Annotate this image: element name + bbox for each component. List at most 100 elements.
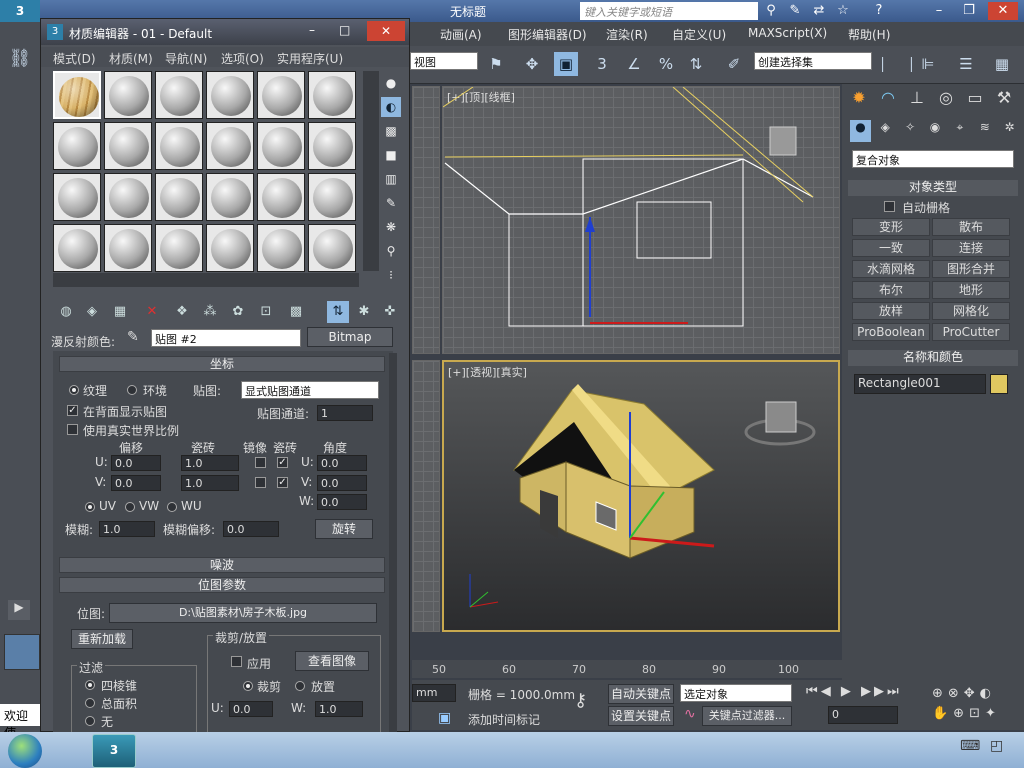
material-sample-slot[interactable] [155, 71, 203, 119]
exchange-icon[interactable]: ⇄ [810, 2, 828, 20]
uv-radio[interactable] [85, 502, 95, 512]
mirror-icon[interactable]: ⎸⎹ [882, 52, 912, 76]
auto-grid-checkbox[interactable] [884, 201, 895, 212]
wu-radio[interactable] [167, 502, 177, 512]
set-key-button[interactable]: 设置关键点 [608, 706, 674, 726]
material-sample-slot[interactable] [257, 173, 305, 221]
texture-radio[interactable] [69, 385, 79, 395]
w-angle-field[interactable]: 0.0 [317, 494, 367, 510]
view-image-button[interactable]: 查看图像 [295, 651, 369, 671]
app-logo-icon[interactable]: 3 [0, 0, 40, 22]
bitmap-path-button[interactable]: D:\贴图素材\房子木板.jpg [109, 603, 377, 623]
keyboard-icon[interactable]: ⌨ [960, 738, 980, 754]
crop-u-field[interactable]: 0.0 [229, 701, 273, 717]
angle-snap-icon[interactable]: ∠ [622, 52, 646, 76]
time-ruler[interactable]: 50 60 70 80 90 100 [412, 660, 842, 678]
menu-item-navigation[interactable]: 导航(N) [165, 50, 207, 67]
edit-named-selection-icon[interactable]: ✐ [722, 52, 746, 76]
blur-offset-field[interactable]: 0.0 [223, 521, 279, 537]
top-viewport[interactable]: [+][顶][线框] [442, 86, 840, 354]
u-tiling-field[interactable]: 1.0 [181, 455, 239, 471]
help-icon[interactable]: ? [870, 2, 888, 20]
material-sample-slot[interactable] [155, 173, 203, 221]
material-sample-slot[interactable] [308, 224, 356, 272]
material-sample-slot[interactable] [104, 224, 152, 272]
slots-horizontal-scrollbar[interactable] [53, 273, 359, 287]
noise-rollout[interactable]: 噪波 [59, 557, 385, 573]
play-icon[interactable]: ▶ [8, 600, 30, 620]
map-type-button[interactable]: Bitmap [307, 327, 393, 347]
filter-none-radio[interactable] [85, 716, 95, 726]
shapemerge-button[interactable]: 图形合并 [932, 260, 1010, 278]
map-channel-field[interactable]: 1 [317, 405, 373, 421]
put-to-scene-icon[interactable]: ◈ [81, 301, 103, 323]
minimize-icon[interactable]: – [930, 2, 948, 20]
v-offset-field[interactable]: 0.0 [111, 475, 161, 491]
u-mirror-checkbox[interactable] [255, 457, 266, 468]
material-sample-slot[interactable] [206, 224, 254, 272]
restore-icon[interactable]: ❐ [960, 2, 978, 20]
add-time-tag-label[interactable]: 添加时间标记 [468, 711, 540, 728]
copy-material-icon[interactable]: ❖ [171, 301, 193, 323]
menu-item-utilities[interactable]: 实用程序(U) [277, 50, 343, 67]
reference-coord-dropdown[interactable]: 视图 [410, 52, 478, 70]
vw-radio[interactable] [125, 502, 135, 512]
select-by-material-icon[interactable]: ⚲ [381, 241, 401, 261]
real-world-scale-checkbox[interactable] [67, 424, 78, 435]
display-tab-icon[interactable]: ▭ [962, 88, 988, 114]
coord-units-field[interactable]: mm [412, 684, 456, 702]
maximize-icon[interactable]: □ [339, 23, 350, 37]
material-sample-slot[interactable] [53, 122, 101, 170]
connect-button[interactable]: 连接 [932, 239, 1010, 257]
blobmesh-button[interactable]: 水滴网格 [852, 260, 930, 278]
rollouts-scrollbar[interactable] [389, 353, 397, 733]
apply-checkbox[interactable] [231, 656, 242, 667]
pivot-icon[interactable]: ⚑ [484, 52, 508, 76]
tools-icon[interactable]: ✎ [786, 2, 804, 20]
put-to-library-icon[interactable]: ✿ [227, 301, 249, 323]
uv-tiling-icon[interactable]: ■ [381, 145, 401, 165]
spinner-snap-icon[interactable]: ⇅ [684, 52, 708, 76]
close-icon[interactable]: ✕ [367, 21, 405, 41]
material-sample-slot[interactable] [308, 173, 356, 221]
place-radio[interactable] [295, 681, 305, 691]
menu-item-rendering[interactable]: 渲染(R) [606, 26, 648, 43]
slots-vertical-scrollbar[interactable] [363, 71, 379, 271]
loft-button[interactable]: 放样 [852, 302, 930, 320]
proboolean-button[interactable]: ProBoolean [852, 323, 930, 341]
tray-icon[interactable]: ◰ [990, 738, 1003, 754]
time-tag-icon[interactable]: ▣ [438, 710, 451, 726]
go-forward-sibling-icon[interactable]: ✱ [353, 301, 375, 323]
key-filters-button[interactable]: 关键点过滤器... [702, 706, 792, 726]
u-angle-field[interactable]: 0.0 [317, 455, 367, 471]
v-mirror-checkbox[interactable] [255, 477, 266, 488]
crop-radio[interactable] [243, 681, 253, 691]
geometry-icon[interactable]: ● [850, 120, 871, 142]
select-manipulate-icon[interactable]: ▣ [554, 52, 578, 76]
u-tile-checkbox[interactable]: ✓ [277, 457, 288, 468]
menu-item-material[interactable]: 材质(M) [109, 50, 153, 67]
playback-controls[interactable]: ⏮◀ ▶ ▶▶⏭ [806, 684, 916, 702]
assign-to-selection-icon[interactable]: ▦ [109, 301, 131, 323]
perspective-viewport[interactable]: [+][透视][真实] [442, 360, 840, 632]
close-icon[interactable]: ✕ [988, 2, 1018, 20]
modify-tab-icon[interactable]: ◠ [875, 88, 901, 114]
menu-item-animation[interactable]: 动画(A) [440, 26, 482, 43]
menu-item-graph-editors[interactable]: 图形编辑器(D) [508, 26, 587, 43]
crop-w-field[interactable]: 1.0 [315, 701, 363, 717]
map-name-dropdown[interactable]: 贴图 #2 [151, 329, 301, 347]
make-unique-icon[interactable]: ⁂ [199, 301, 221, 323]
summed-area-radio[interactable] [85, 698, 95, 708]
key-mode-dropdown[interactable]: 选定对象 [680, 684, 792, 702]
category-dropdown[interactable]: 复合对象 [852, 150, 1014, 168]
auto-key-button[interactable]: 自动关键点 [608, 684, 674, 704]
menu-item-options[interactable]: 选项(O) [221, 50, 264, 67]
create-tab-icon[interactable]: ✹ [846, 88, 872, 114]
reset-map-icon[interactable]: ✕ [141, 301, 163, 323]
morph-button[interactable]: 变形 [852, 218, 930, 236]
backlight-icon[interactable]: ◐ [381, 97, 401, 117]
viewport-layout-icon[interactable] [4, 634, 40, 670]
graphite-icon[interactable]: ▦ [990, 52, 1014, 76]
make-preview-icon[interactable]: ✎ [381, 193, 401, 213]
viewport-navigation-controls[interactable]: ⊕⊗✥◐ ✋⊕⊡✦ [932, 684, 1022, 726]
